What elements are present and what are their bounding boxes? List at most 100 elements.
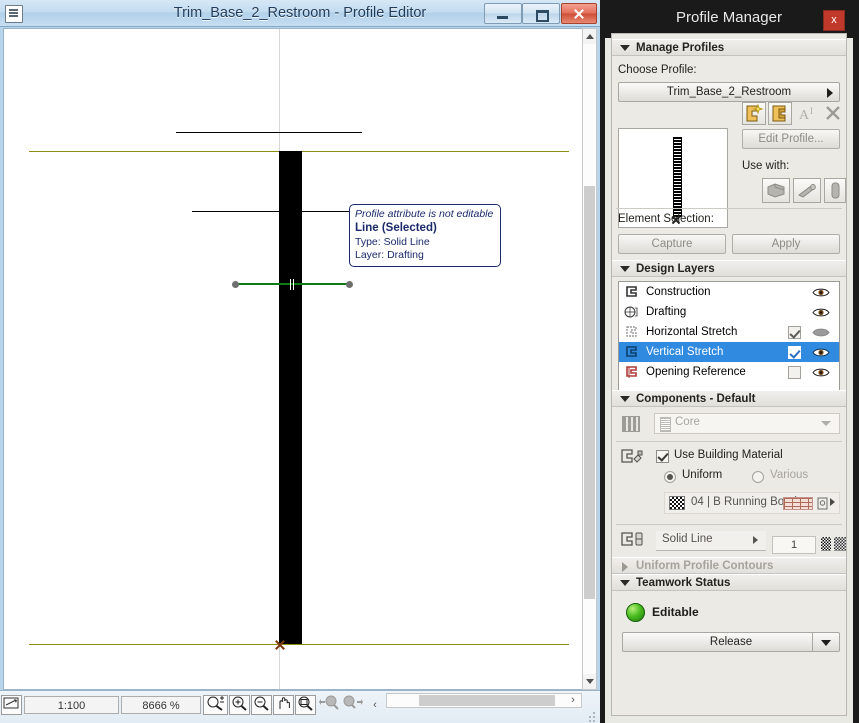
zoom-in-out-tool-icon[interactable]: [203, 695, 228, 715]
layer-label: Horizontal Stretch: [646, 326, 738, 338]
section-teamwork-status-label: Teamwork Status: [636, 577, 731, 589]
scroll-up-arrow[interactable]: [583, 29, 596, 44]
section-teamwork-status[interactable]: Teamwork Status: [612, 574, 846, 591]
visibility-eye-icon[interactable]: [812, 347, 830, 358]
teamwork-status-label: Editable: [652, 605, 699, 619]
canvas-vertical-scrollbar[interactable]: [582, 28, 597, 690]
new-profile-icon[interactable]: [742, 102, 766, 125]
design-layers-list[interactable]: Construction Drafting Horizontal Stretch…: [618, 281, 840, 391]
top-reference-line: [176, 132, 362, 133]
profile-manager-close-button[interactable]: x: [823, 10, 845, 31]
profile-solid-fill[interactable]: [279, 151, 302, 644]
uniform-radio[interactable]: [664, 471, 676, 483]
wall-icon[interactable]: [762, 178, 790, 203]
svg-text:I: I: [810, 106, 813, 116]
horizontal-scroll-thumb[interactable]: [419, 695, 555, 706]
edit-profile-button[interactable]: Edit Profile...: [742, 129, 840, 149]
resize-grip[interactable]: [589, 712, 598, 722]
profile-select-value: Trim_Base_2_Restroom: [666, 86, 792, 98]
duplicate-profile-icon[interactable]: [768, 102, 792, 125]
building-material-name: 04 | B Running Bond: [691, 496, 797, 508]
horizontal-stretch-layer-icon: [624, 325, 639, 340]
section-design-layers[interactable]: Design Layers: [612, 260, 846, 277]
building-material-picker[interactable]: 04 | B Running Bond: [664, 492, 840, 514]
drawing-canvas-area[interactable]: Profile attribute is not editable Line (…: [3, 28, 586, 690]
visibility-eye-icon[interactable]: [812, 307, 830, 318]
profile-canvas[interactable]: [4, 29, 570, 689]
beam-icon[interactable]: [793, 178, 821, 203]
layer-label: Construction: [646, 286, 711, 298]
divider: [616, 208, 842, 209]
pan-tool-icon[interactable]: [273, 695, 294, 715]
use-building-material-checkbox[interactable]: [656, 450, 669, 463]
minimize-button[interactable]: [484, 3, 522, 24]
profile-manager-panel: Profile Manager x Manage Profiles Choose…: [605, 0, 853, 723]
midpoint-tick-b: [293, 279, 294, 290]
use-with-label: Use with:: [742, 160, 790, 172]
tooltip-line-2: Line (Selected): [355, 222, 437, 234]
layer-row-horizontal-stretch[interactable]: Horizontal Stretch: [619, 322, 839, 342]
chevron-right-icon: [753, 536, 758, 544]
zoom-percent-field[interactable]: 8666 %: [121, 696, 201, 714]
orientation-tool-icon[interactable]: [1, 695, 22, 715]
apply-button[interactable]: Apply: [732, 234, 840, 254]
layer-row-opening-reference[interactable]: Opening Reference: [619, 362, 839, 382]
visibility-eye-icon[interactable]: [812, 287, 830, 298]
capture-button[interactable]: Capture: [618, 234, 726, 254]
release-button[interactable]: Release: [622, 632, 840, 652]
profile-select[interactable]: Trim_Base_2_Restroom: [618, 82, 840, 102]
uniform-label: Uniform: [682, 469, 723, 481]
divider: [616, 524, 842, 525]
drafting-layer-icon: [624, 305, 639, 320]
profile-manager-body: Manage Profiles Choose Profile: Trim_Bas…: [611, 33, 847, 716]
profile-manager-title: Profile Manager: [676, 9, 782, 26]
pen-pattern-swatch[interactable]: [834, 537, 846, 551]
pen-number-field[interactable]: 1: [772, 536, 816, 554]
section-uniform-profile-contours[interactable]: Uniform Profile Contours: [612, 557, 846, 574]
scroll-right-arrow[interactable]: ›: [565, 694, 581, 707]
choose-profile-label: Choose Profile:: [618, 64, 697, 76]
next-zoom-tool-icon[interactable]: [341, 695, 363, 715]
visibility-eye-icon[interactable]: [812, 367, 830, 378]
tooltip-line-4: Layer: Drafting: [355, 249, 424, 261]
selection-handle-right[interactable]: [346, 281, 353, 288]
drafting-line[interactable]: [192, 211, 349, 212]
more-tools-chevron-icon[interactable]: ‹: [364, 695, 386, 715]
previous-zoom-tool-icon[interactable]: [318, 695, 340, 715]
selection-handle-left[interactable]: [232, 281, 239, 288]
component-select[interactable]: Core: [654, 413, 840, 434]
rename-profile-icon: AI: [795, 102, 819, 125]
bottom-construction-line: [29, 644, 569, 645]
layer-checkbox[interactable]: [788, 346, 801, 359]
zoom-in-tool-icon[interactable]: [229, 695, 250, 715]
visibility-eye-icon[interactable]: [812, 327, 830, 338]
maximize-button[interactable]: [522, 3, 560, 24]
pen-settings-icon: [620, 530, 648, 555]
column-icon[interactable]: [824, 178, 846, 203]
layer-row-construction[interactable]: Construction: [619, 282, 839, 302]
scale-field[interactable]: 1:100: [24, 696, 119, 714]
layer-checkbox[interactable]: [788, 326, 801, 339]
section-components[interactable]: Components - Default: [612, 390, 846, 407]
material-info-icon[interactable]: [817, 497, 828, 513]
section-manage-profiles[interactable]: Manage Profiles: [612, 39, 846, 56]
section-components-label: Components - Default: [636, 393, 756, 405]
release-dropdown-arrow[interactable]: [812, 633, 839, 651]
zoom-out-tool-icon[interactable]: [251, 695, 272, 715]
close-button[interactable]: [561, 3, 597, 24]
layer-row-drafting[interactable]: Drafting: [619, 302, 839, 322]
layer-checkbox[interactable]: [788, 366, 801, 379]
pen-color-swatch[interactable]: [821, 537, 831, 551]
fit-in-window-tool-icon[interactable]: [295, 695, 316, 715]
chevron-down-icon: [821, 421, 831, 426]
chevron-right-icon: [827, 88, 833, 98]
canvas-horizontal-scrollbar[interactable]: ›: [386, 693, 582, 708]
various-radio[interactable]: [752, 471, 764, 483]
tooltip-line-1: Profile attribute is not editable: [355, 208, 494, 220]
line-type-select[interactable]: Solid Line: [656, 531, 766, 551]
vertical-scroll-thumb[interactable]: [584, 186, 595, 599]
scroll-down-arrow[interactable]: [583, 674, 596, 689]
chevron-right-icon[interactable]: [830, 498, 835, 506]
layer-row-vertical-stretch[interactable]: Vertical Stretch: [619, 342, 839, 362]
chevron-down-icon: [620, 396, 630, 402]
